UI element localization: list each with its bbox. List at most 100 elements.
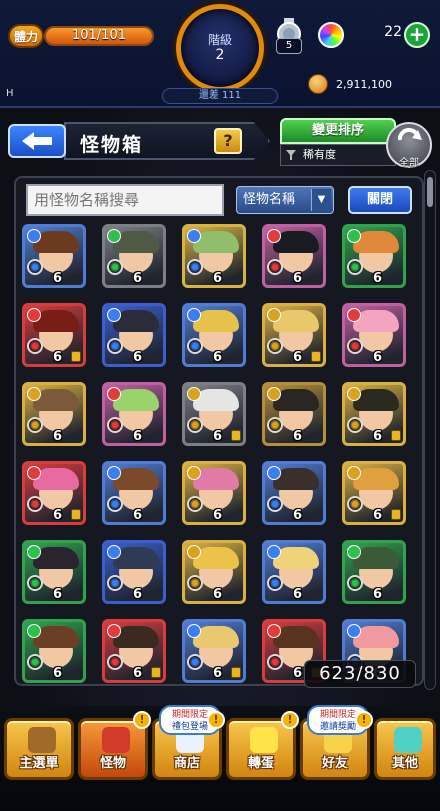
lock-icon <box>391 430 401 441</box>
search-field-value: 怪物名稱 <box>243 192 296 207</box>
monster-tile[interactable]: 6 <box>102 382 166 446</box>
monster-tile[interactable]: 6 <box>22 382 86 446</box>
fruit-icon <box>267 338 283 354</box>
monster-tile[interactable]: 6 <box>342 303 406 367</box>
monster-level: 6 <box>133 271 143 286</box>
monster-tile[interactable]: 6 <box>102 224 166 288</box>
monster-level: 6 <box>293 666 303 681</box>
monster-tile[interactable]: 6 <box>22 540 86 604</box>
rank-emblem[interactable]: 階級 2 <box>176 4 264 92</box>
status-bar: 體力 101/101 階級 2 還差 111 5 22 + 2,911,100 … <box>0 0 440 108</box>
help-button[interactable]: ? <box>214 128 242 154</box>
monster-level: 6 <box>53 666 63 681</box>
monster-level: 6 <box>373 271 383 286</box>
monster-level: 6 <box>213 429 223 444</box>
monster-tile[interactable]: 6 <box>262 303 326 367</box>
search-field-select[interactable]: 怪物名稱 ▼ <box>236 186 334 214</box>
scrollbar[interactable] <box>424 170 436 690</box>
element-icon <box>347 229 361 243</box>
monster-tile[interactable]: 6 <box>102 461 166 525</box>
element-icon <box>347 308 361 322</box>
monster-level: 6 <box>53 429 63 444</box>
egg-icon <box>250 727 278 753</box>
monster-tile[interactable]: 6 <box>262 224 326 288</box>
show-all-label: 全部 <box>399 158 419 169</box>
fruit-icon <box>107 417 123 433</box>
monster-level: 6 <box>213 350 223 365</box>
nav-monster-button[interactable]: 怪物! <box>78 711 151 780</box>
fruit-icon <box>27 575 43 591</box>
monster-tile[interactable]: 6 <box>22 461 86 525</box>
other-icon <box>394 727 422 753</box>
monster-grid: 666666666666666666666666666666 <box>22 224 418 690</box>
monster-tile[interactable]: 6 <box>102 619 166 683</box>
coin-count: 2,911,100 <box>336 78 392 91</box>
fruit-icon <box>267 575 283 591</box>
nav-friends-button[interactable]: 好友 期間限定 邀請獎勵! <box>300 705 373 780</box>
buy-orb-button[interactable]: + <box>404 22 430 48</box>
close-search-button[interactable]: 關閉 <box>348 186 412 214</box>
back-button[interactable] <box>8 124 66 158</box>
monster-tile[interactable]: 6 <box>22 303 86 367</box>
fruit-icon <box>187 496 203 512</box>
element-icon <box>107 387 121 401</box>
element-icon <box>267 308 281 322</box>
element-icon <box>107 466 121 480</box>
monster-tile[interactable]: 6 <box>182 619 246 683</box>
alert-icon: ! <box>133 711 151 729</box>
sort-mode[interactable]: 稀有度 <box>280 144 396 166</box>
element-icon <box>347 387 361 401</box>
monster-tile[interactable]: 6 <box>102 540 166 604</box>
element-icon <box>267 387 281 401</box>
element-icon <box>107 229 121 243</box>
rank-label: 階級 <box>207 33 232 47</box>
monster-tile[interactable]: 6 <box>182 303 246 367</box>
monster-level: 6 <box>373 508 383 523</box>
nav-label: 商店 <box>173 756 200 771</box>
fruit-icon <box>347 575 363 591</box>
monster-tile[interactable]: 6 <box>262 382 326 446</box>
monster-tile[interactable]: 6 <box>182 224 246 288</box>
fruit-icon <box>187 417 203 433</box>
monster-tile[interactable]: 6 <box>262 461 326 525</box>
fruit-icon <box>187 654 203 670</box>
nav-main-menu-button[interactable]: 主選單 <box>4 718 74 780</box>
fruit-icon <box>347 338 363 354</box>
nav-label: 主選單 <box>19 756 59 771</box>
element-icon <box>27 387 41 401</box>
nav-shop-button[interactable]: 商店 期間限定 禮包登場! <box>152 705 225 780</box>
monster-box-screen: 體力 101/101 階級 2 還差 111 5 22 + 2,911,100 … <box>0 0 440 811</box>
monster-tile[interactable]: 6 <box>342 461 406 525</box>
monster-tile[interactable]: 6 <box>182 461 246 525</box>
element-icon <box>27 466 41 480</box>
fruit-icon <box>107 496 123 512</box>
lock-icon <box>231 430 241 441</box>
monster-search-input[interactable] <box>26 184 224 216</box>
element-icon <box>27 545 41 559</box>
element-icon <box>187 545 201 559</box>
fruit-icon <box>107 259 123 275</box>
monster-level: 6 <box>293 508 303 523</box>
nav-gacha-button[interactable]: 轉蛋! <box>226 711 299 780</box>
monster-tile[interactable]: 6 <box>182 382 246 446</box>
monster-tile[interactable]: 6 <box>22 224 86 288</box>
monster-level: 6 <box>133 587 143 602</box>
monster-tile[interactable]: 6 <box>262 540 326 604</box>
monster-tile[interactable]: 6 <box>22 619 86 683</box>
monster-tile[interactable]: 6 <box>182 540 246 604</box>
element-icon <box>107 308 121 322</box>
nav-label: 其他 <box>391 756 418 771</box>
element-icon <box>27 308 41 322</box>
nav-other-button[interactable]: 其他 <box>374 718 436 780</box>
menu-icon <box>28 727 56 753</box>
fruit-icon <box>27 654 43 670</box>
monster-level: 6 <box>373 429 383 444</box>
element-icon <box>27 229 41 243</box>
monster-tile[interactable]: 6 <box>342 540 406 604</box>
monster-tile[interactable]: 6 <box>342 224 406 288</box>
scroll-thumb[interactable] <box>427 177 433 207</box>
sort-button[interactable]: 變更排序 <box>280 118 396 144</box>
monster-level: 6 <box>213 271 223 286</box>
monster-tile[interactable]: 6 <box>342 382 406 446</box>
monster-tile[interactable]: 6 <box>102 303 166 367</box>
